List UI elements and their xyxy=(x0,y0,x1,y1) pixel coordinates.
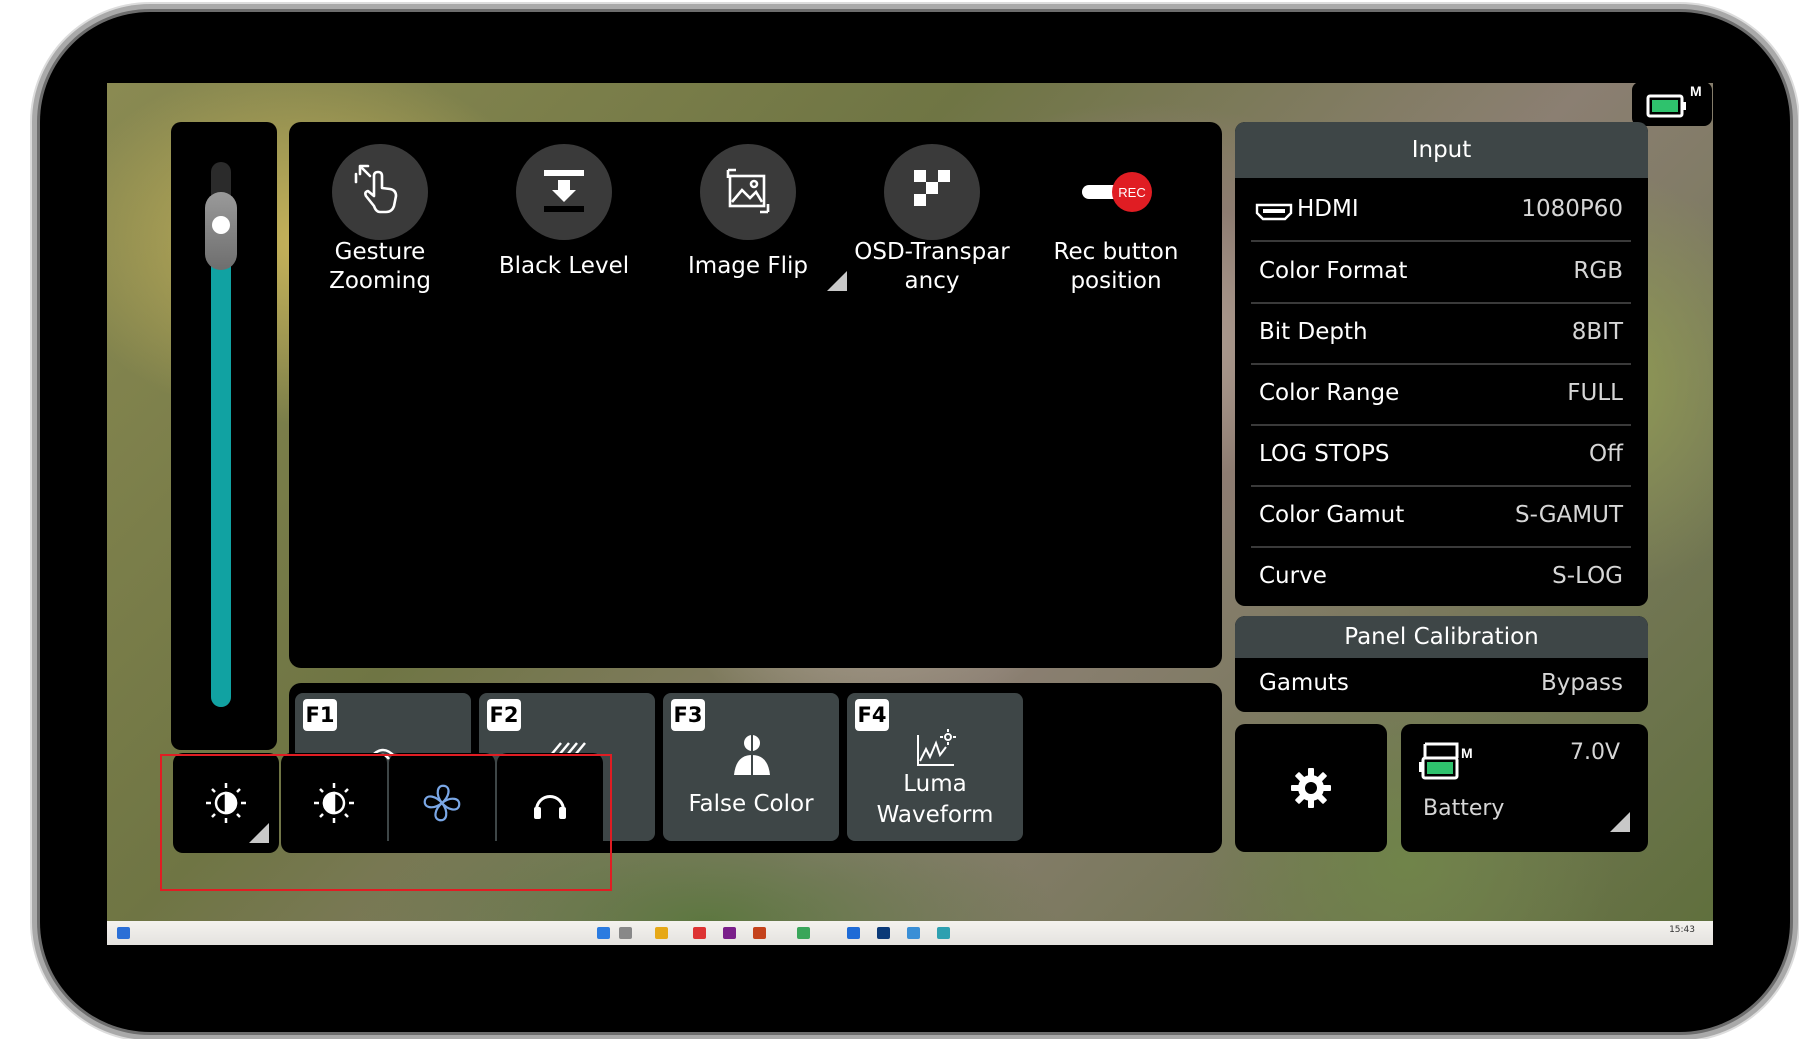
battery-icon: M xyxy=(1419,742,1473,780)
info-value: FULL xyxy=(1567,380,1623,406)
info-row-curve: Curve S-LOG xyxy=(1251,547,1631,606)
checker-transparency-icon xyxy=(884,144,980,240)
fkey-label: Luma Waveform xyxy=(876,771,994,828)
taskbar: 15:43 xyxy=(107,921,1713,945)
info-value: 8BIT xyxy=(1571,319,1623,345)
info-label: Color Format xyxy=(1259,258,1408,284)
menu-item-image-flip[interactable]: Image Flip xyxy=(657,144,847,291)
fkey-badge: F2 xyxy=(487,699,521,731)
luma-waveform-icon xyxy=(847,727,1023,775)
info-label: Curve xyxy=(1259,563,1327,589)
fkey-label: False Color xyxy=(688,791,814,817)
menu-label: Gesture Zooming xyxy=(329,239,431,294)
menu-label: Image Flip xyxy=(688,253,808,279)
image-flip-icon xyxy=(700,144,796,240)
taskbar-app-icon[interactable] xyxy=(847,927,860,939)
taskbar-app-icon[interactable] xyxy=(753,927,766,939)
slider-thumb[interactable] xyxy=(205,192,237,270)
battery-voltage: 7.0V xyxy=(1569,740,1620,765)
brightness-slider-panel xyxy=(171,122,277,750)
rec-badge: REC xyxy=(1118,185,1145,200)
menu-item-osd-transparency[interactable]: OSD-Transpar ancy xyxy=(841,144,1023,296)
calibration-title: Panel Calibration xyxy=(1235,616,1648,658)
panel-calibration: Panel Calibration Gamuts Bypass xyxy=(1235,616,1648,712)
info-label: LOG STOPS xyxy=(1259,441,1390,467)
gesture-zoom-icon xyxy=(332,144,428,240)
start-icon[interactable] xyxy=(117,927,130,939)
battery-badge: M xyxy=(1461,745,1473,761)
taskbar-app-icon[interactable] xyxy=(693,927,706,939)
battery-label: Battery xyxy=(1423,796,1505,821)
info-value: Off xyxy=(1589,441,1623,467)
info-row-color-format: Color Format RGB xyxy=(1251,242,1631,304)
info-row-gamuts[interactable]: Gamuts Bypass xyxy=(1251,654,1631,712)
false-color-person-icon xyxy=(663,731,839,781)
taskbar-app-icon[interactable] xyxy=(907,927,920,939)
battery-status-indicator: M xyxy=(1632,82,1712,126)
rec-toggle-icon: REC xyxy=(1068,144,1164,240)
fkey-f4[interactable]: F4 Luma Waveform xyxy=(847,693,1023,841)
info-label: Color Range xyxy=(1259,380,1400,406)
taskbar-app-icon[interactable] xyxy=(797,927,810,939)
menu-label: OSD-Transpar ancy xyxy=(854,239,1010,294)
function-menu-panel: Gesture Zooming Black Level Image Flip O… xyxy=(289,122,1222,668)
menu-item-rec-button-position[interactable]: REC Rec button position xyxy=(1025,144,1207,296)
info-row-hdmi: HDMI 1080P60 xyxy=(1251,180,1631,242)
status-badge: M xyxy=(1690,83,1702,99)
menu-label: Black Level xyxy=(498,253,630,279)
hdmi-icon xyxy=(1255,202,1293,228)
fkey-badge: F3 xyxy=(671,699,705,731)
menu-item-black-level[interactable]: Black Level xyxy=(473,144,655,281)
info-label: Color Gamut xyxy=(1259,502,1405,528)
info-value: Bypass xyxy=(1540,670,1623,696)
input-info-panel: Input HDMI 1080P60 Color Format RGB Bit … xyxy=(1235,122,1648,606)
menu-item-gesture-zooming[interactable]: Gesture Zooming xyxy=(289,144,471,296)
taskbar-app-icon[interactable] xyxy=(597,927,610,939)
info-row-color-range: Color Range FULL xyxy=(1251,364,1631,426)
info-value: 1080P60 xyxy=(1521,196,1623,222)
info-label: Gamuts xyxy=(1259,670,1349,696)
fkey-badge: F1 xyxy=(303,699,337,731)
input-panel-title: Input xyxy=(1235,122,1648,178)
info-value: S-GAMUT xyxy=(1514,502,1623,528)
info-row-color-gamut: Color Gamut S-GAMUT xyxy=(1251,486,1631,548)
slider-fill xyxy=(211,244,231,707)
taskbar-app-icon[interactable] xyxy=(937,927,950,939)
gear-icon xyxy=(1291,768,1331,808)
battery-status-icon: M xyxy=(1646,83,1702,118)
submenu-corner-icon xyxy=(1610,812,1630,832)
menu-label: Rec button position xyxy=(1053,239,1179,294)
info-row-log-stops: LOG STOPS Off xyxy=(1251,425,1631,487)
battery-panel[interactable]: M 7.0V Battery xyxy=(1401,724,1648,852)
black-level-icon xyxy=(516,144,612,240)
fkey-f3[interactable]: F3 False Color xyxy=(663,693,839,841)
info-label: HDMI xyxy=(1297,196,1359,222)
info-value: S-LOG xyxy=(1552,563,1623,589)
info-label: Bit Depth xyxy=(1259,319,1368,345)
taskbar-clock: 15:43 xyxy=(1669,925,1695,935)
settings-button[interactable] xyxy=(1235,724,1387,852)
folder-icon[interactable] xyxy=(655,927,668,939)
taskbar-app-icon[interactable] xyxy=(723,927,736,939)
taskbar-app-icon[interactable] xyxy=(877,927,890,939)
taskbar-app-icon[interactable] xyxy=(619,927,632,939)
highlight-box xyxy=(160,754,612,891)
info-value: RGB xyxy=(1573,258,1623,284)
info-row-bit-depth: Bit Depth 8BIT xyxy=(1251,303,1631,365)
